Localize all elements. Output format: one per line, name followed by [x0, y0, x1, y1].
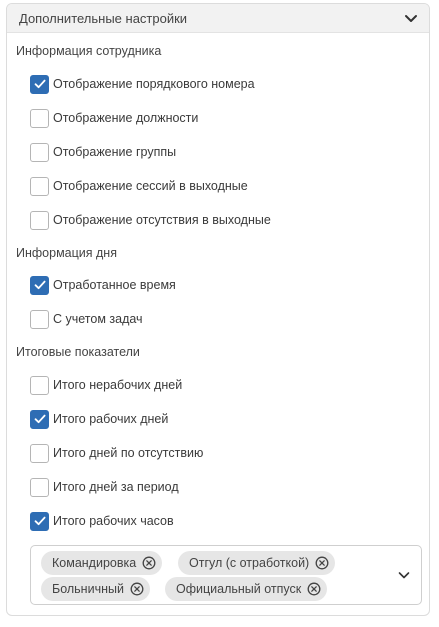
option-label: Итого дней за период: [53, 480, 179, 494]
checkbox[interactable]: [30, 176, 49, 196]
option-label: Отображение порядкового номера: [53, 77, 255, 91]
section-title-day-info: Информация дня: [16, 246, 117, 260]
checkbox[interactable]: [30, 511, 49, 531]
check-icon: [34, 280, 45, 290]
circle-x-icon: [142, 556, 156, 570]
chip-remove-button[interactable]: [142, 556, 156, 570]
option-total-working-days[interactable]: Итого рабочих дней: [30, 409, 168, 429]
option-label: Итого дней по отсутствию: [53, 446, 204, 460]
option-total-working-hours[interactable]: Итого рабочих часов: [30, 511, 174, 531]
checkbox[interactable]: [30, 443, 49, 463]
checkbox[interactable]: [30, 142, 49, 162]
chip-label: Больничный: [52, 582, 124, 596]
option-label: Отображение отсутствия в выходные: [53, 213, 271, 227]
chevron-down-icon: [398, 572, 410, 579]
option-show-weekend-absence[interactable]: Отображение отсутствия в выходные: [30, 210, 271, 230]
option-worked-time[interactable]: Отработанное время: [30, 275, 176, 295]
option-label: Итого нерабочих дней: [53, 378, 183, 392]
dropdown-toggle[interactable]: [395, 566, 413, 584]
chip-official-vacation: Официальный отпуск: [165, 577, 328, 601]
chip-sick-leave: Больничный: [41, 577, 150, 601]
checkbox[interactable]: [30, 477, 49, 497]
chip-label: Командировка: [52, 556, 137, 570]
option-show-sequence-number[interactable]: Отображение порядкового номера: [30, 74, 255, 94]
option-label: Отображение группы: [53, 145, 177, 159]
option-label: Отображение сессий в выходные: [53, 179, 248, 193]
option-label: Итого рабочих дней: [53, 412, 169, 426]
chip-label: Официальный отпуск: [176, 582, 302, 596]
additional-settings-panel: Дополнительные настройки Информация сотр…: [6, 3, 430, 616]
chip-label: Отгул (с отработкой): [189, 556, 310, 570]
option-total-nonworking-days[interactable]: Итого нерабочих дней: [30, 375, 182, 395]
section-title-totals: Итоговые показатели: [16, 345, 140, 359]
checkbox[interactable]: [30, 74, 49, 94]
panel-header[interactable]: Дополнительные настройки: [7, 4, 429, 33]
option-label: Отработанное время: [53, 278, 176, 292]
checkbox[interactable]: [30, 210, 49, 230]
check-icon: [34, 79, 45, 89]
option-total-period-days[interactable]: Итого дней за период: [30, 477, 179, 497]
panel-title: Дополнительные настройки: [19, 11, 188, 26]
option-label: С учетом задач: [53, 312, 143, 326]
checkbox[interactable]: [30, 275, 49, 295]
chip-remove-button[interactable]: [130, 582, 144, 596]
option-label: Отображение должности: [53, 111, 199, 125]
section-title-employee-info: Информация сотрудника: [16, 44, 162, 58]
checkbox[interactable]: [30, 108, 49, 128]
chevron-up-icon: [405, 15, 417, 22]
checkbox[interactable]: [30, 375, 49, 395]
collapse-button[interactable]: [401, 8, 421, 28]
check-icon: [34, 414, 45, 424]
option-total-absence-days[interactable]: Итого дней по отсутствию: [30, 443, 203, 463]
circle-x-icon: [315, 556, 329, 570]
checkbox[interactable]: [30, 309, 49, 329]
circle-x-icon: [307, 582, 321, 596]
option-show-weekend-sessions[interactable]: Отображение сессий в выходные: [30, 176, 248, 196]
chip-business-trip: Командировка: [41, 551, 163, 575]
absence-types-multiselect[interactable]: Командировка Отгул (с отработкой) Больни…: [30, 545, 422, 605]
checkbox[interactable]: [30, 409, 49, 429]
chip-remove-button[interactable]: [307, 582, 321, 596]
option-include-tasks[interactable]: С учетом задач: [30, 309, 143, 329]
option-show-position[interactable]: Отображение должности: [30, 108, 198, 128]
circle-x-icon: [130, 582, 144, 596]
chip-remove-button[interactable]: [315, 556, 329, 570]
option-label: Итого рабочих часов: [53, 514, 174, 528]
check-icon: [34, 516, 45, 526]
option-show-group[interactable]: Отображение группы: [30, 142, 176, 162]
chip-time-off: Отгул (с отработкой): [178, 551, 336, 575]
